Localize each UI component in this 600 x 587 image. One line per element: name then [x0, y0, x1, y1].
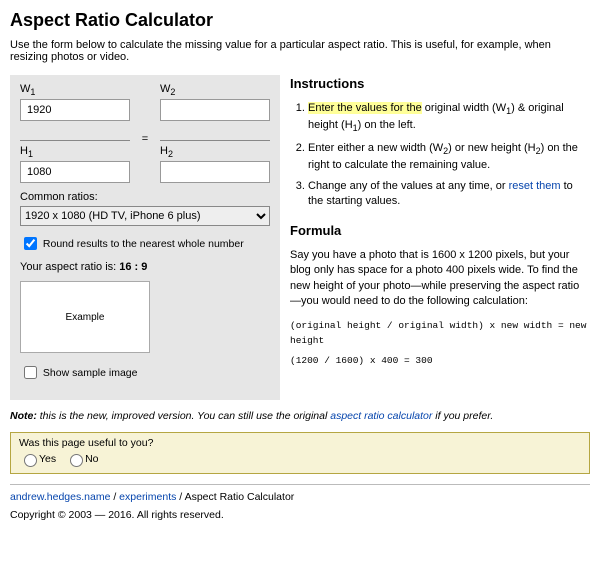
calculator-panel: W1 W2 = H1 H2 Common rati [10, 75, 280, 400]
formula-code-2: (1200 / 1600) x 400 = 300 [290, 354, 590, 368]
breadcrumb-home-link[interactable]: andrew.hedges.name [10, 491, 110, 503]
common-ratios-label: Common ratios: [20, 191, 270, 203]
show-sample-checkbox[interactable] [24, 366, 37, 379]
formula-paragraph: Say you have a photo that is 1600 x 1200… [290, 248, 590, 310]
original-calculator-link[interactable]: aspect ratio calculator [330, 410, 432, 422]
feedback-box: Was this page useful to you? Yes No [10, 432, 590, 474]
aspect-ratio-readout: Your aspect ratio is: 16 : 9 [20, 261, 270, 273]
feedback-no-label[interactable]: No [65, 453, 98, 465]
w1-input[interactable] [20, 99, 130, 121]
instruction-step-1: Enter the values for the original width … [308, 101, 590, 135]
h2-input[interactable] [160, 161, 270, 183]
h1-label: H1 [20, 145, 130, 159]
spacer [130, 96, 160, 108]
instructions-heading: Instructions [290, 75, 590, 93]
breadcrumb-experiments-link[interactable]: experiments [119, 491, 176, 503]
h2-label: H2 [160, 145, 270, 159]
breadcrumb: andrew.hedges.name / experiments / Aspec… [10, 491, 590, 503]
w2-label: W2 [160, 83, 270, 97]
common-ratios-select[interactable]: 1920 x 1080 (HD TV, iPhone 6 plus) [20, 206, 270, 226]
w2-input[interactable] [160, 99, 270, 121]
formula-heading: Formula [290, 222, 590, 240]
divider [10, 484, 590, 485]
page-title: Aspect Ratio Calculator [10, 10, 590, 31]
instruction-step-2: Enter either a new width (W2) or new hei… [308, 141, 590, 173]
intro-text: Use the form below to calculate the miss… [10, 39, 590, 63]
copyright-text: Copyright © 2003 — 2016. All rights rese… [10, 509, 590, 521]
example-preview-box: Example [20, 281, 150, 353]
instructions-column: Instructions Enter the values for the or… [290, 75, 590, 400]
feedback-no-radio[interactable] [70, 454, 83, 467]
reset-link[interactable]: reset them [509, 180, 561, 192]
instruction-step-3: Change any of the values at any time, or… [308, 179, 590, 210]
formula-code-1: (original height / original width) x new… [290, 319, 590, 348]
round-checkbox-label[interactable]: Round results to the nearest whole numbe… [20, 238, 244, 250]
feedback-question: Was this page useful to you? [19, 437, 581, 449]
equals-sign: = [130, 121, 160, 145]
feedback-yes-radio[interactable] [24, 454, 37, 467]
round-checkbox[interactable] [24, 237, 37, 250]
version-note: Note: this is the new, improved version.… [10, 410, 590, 422]
show-sample-label[interactable]: Show sample image [20, 367, 137, 379]
feedback-yes-label[interactable]: Yes [19, 453, 56, 465]
h1-input[interactable] [20, 161, 130, 183]
w1-label: W1 [20, 83, 130, 97]
breadcrumb-current: Aspect Ratio Calculator [185, 491, 295, 503]
